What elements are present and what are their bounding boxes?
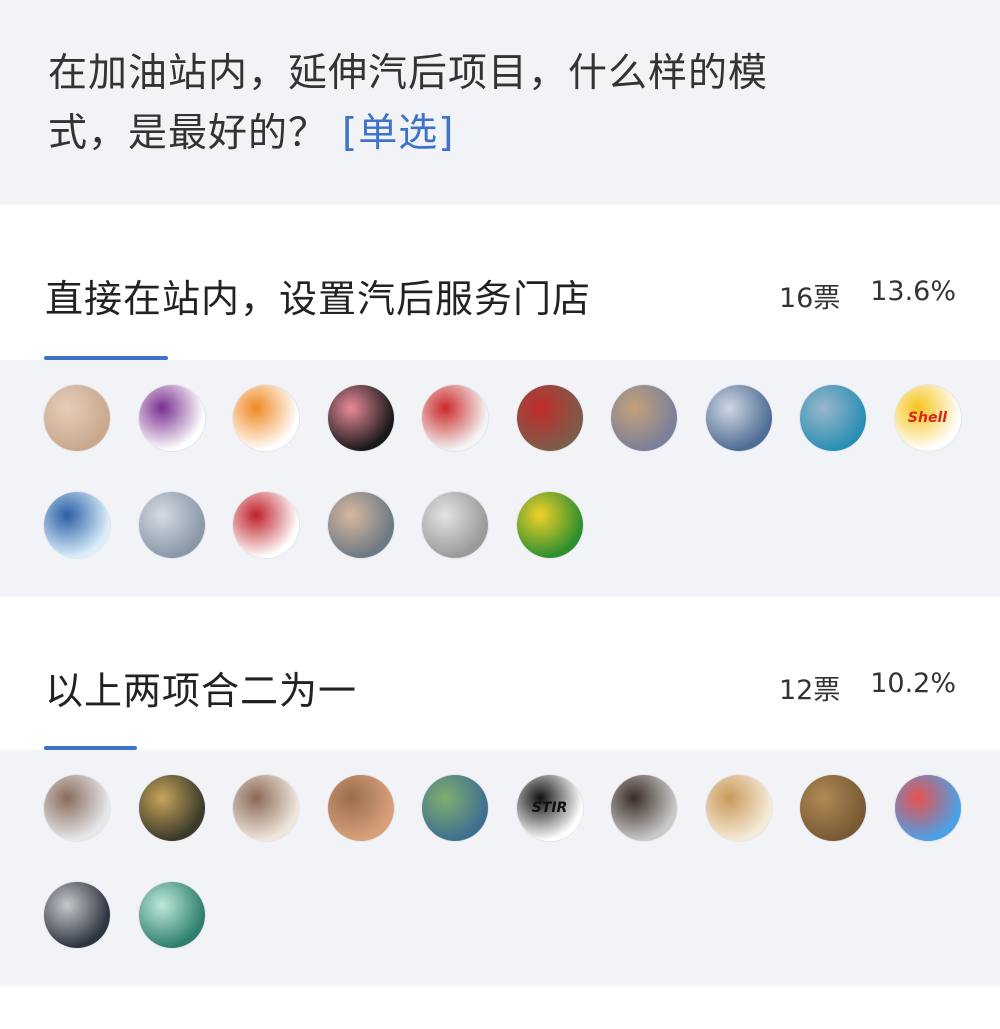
arowana-fish-avatar[interactable] <box>138 882 205 948</box>
avatar-logo-text: STIR <box>531 800 568 816</box>
option-label: 直接在站内，设置汽后服务门店 <box>45 277 592 321</box>
older-man-avatar[interactable] <box>44 775 110 841</box>
purple-logo-avatar[interactable] <box>138 385 205 451</box>
vote-percent: 10.2% <box>870 668 956 699</box>
family-sunset-avatar[interactable] <box>44 882 110 948</box>
avatar-row: STIR <box>44 775 1000 882</box>
sketch-couple-avatar[interactable] <box>233 775 299 841</box>
progress-bar <box>44 356 956 360</box>
storefront-avatar[interactable] <box>516 385 583 451</box>
single-choice-tag: [单选] <box>342 111 455 156</box>
next-option-edge <box>0 986 1000 1029</box>
man-thumbsup-avatar[interactable] <box>44 492 110 558</box>
progress-bar <box>44 746 956 750</box>
cartoon-man-avatar[interactable] <box>422 492 488 558</box>
poll-option-1[interactable]: 直接在站内，设置汽后服务门店 16票 13.6% <box>0 205 1000 360</box>
voter-avatars: STIR <box>0 750 1000 986</box>
shell-logo-avatar[interactable]: Shell <box>894 385 961 451</box>
progress-fill <box>44 746 138 750</box>
avatar-row <box>44 882 1000 989</box>
poll-option-2[interactable]: 以上两项合二为一 12票 10.2% <box>0 597 1000 750</box>
red-logo-avatar[interactable] <box>233 492 299 558</box>
lake-man-avatar[interactable] <box>422 775 488 841</box>
man-glasses-avatar[interactable] <box>611 775 677 841</box>
avatar-row <box>44 492 1000 599</box>
tree-bark-avatar[interactable] <box>800 775 866 841</box>
road-sunset-avatar[interactable] <box>611 385 677 451</box>
cartoon-pig-avatar[interactable] <box>327 385 394 451</box>
voter-avatars: Shell <box>0 360 1000 597</box>
vote-count: 12票 <box>779 675 841 706</box>
buildings-avatar[interactable] <box>138 492 205 558</box>
feet-photo-avatar[interactable] <box>44 385 110 451</box>
husky-santa-avatar[interactable] <box>422 385 488 451</box>
vote-percent: 13.6% <box>870 276 956 307</box>
poll-question-text: 在加油站内，延伸汽后项目，什么样的模式，是最好的？ [单选] <box>48 44 808 164</box>
climbing-avatar[interactable] <box>138 775 205 841</box>
avatar-logo-text: Shell <box>907 410 948 426</box>
man-outdoor-avatar[interactable] <box>705 385 772 451</box>
stir-logo-avatar[interactable]: STIR <box>516 775 583 841</box>
green-badge-avatar[interactable] <box>516 492 583 558</box>
option-label: 以上两项合二为一 <box>45 669 358 713</box>
desert-person-avatar[interactable] <box>327 775 394 841</box>
avatar-row: Shell <box>44 385 1000 492</box>
car-heart-avatar[interactable] <box>233 385 299 451</box>
progress-fill <box>44 356 169 360</box>
man-portrait-avatar[interactable] <box>327 492 394 558</box>
koi-fish-avatar[interactable] <box>894 775 961 841</box>
calligraphy-avatar[interactable] <box>705 775 772 841</box>
blue-car-avatar[interactable] <box>800 385 866 451</box>
vote-count: 16票 <box>779 283 841 314</box>
poll-question: 在加油站内，延伸汽后项目，什么样的模式，是最好的？ [单选] <box>0 0 1000 205</box>
